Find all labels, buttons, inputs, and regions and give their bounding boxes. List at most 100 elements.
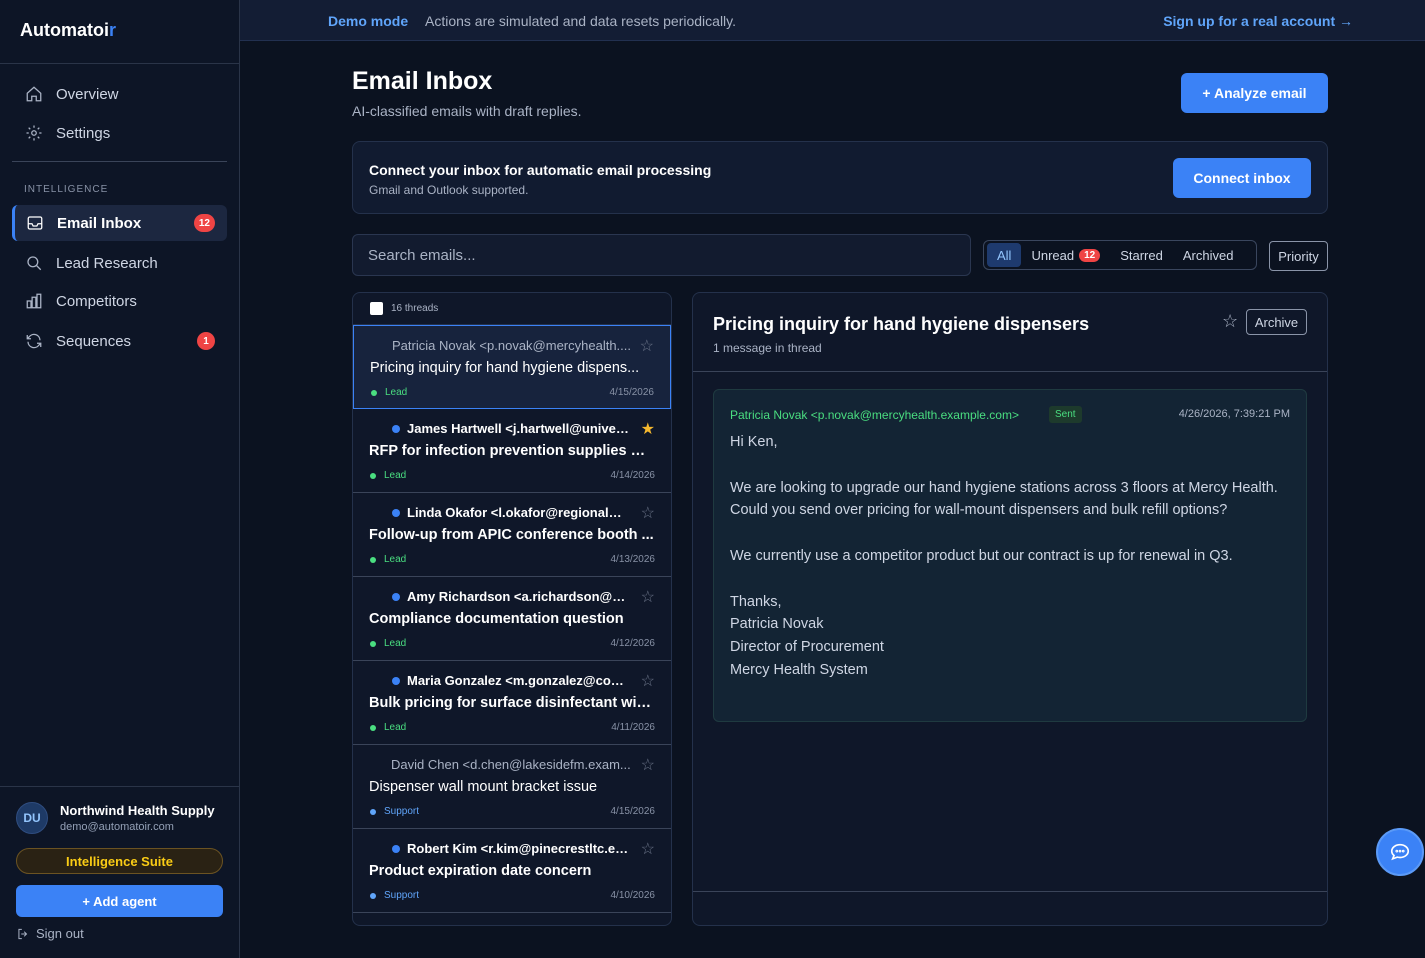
sidebar-item-lead-research[interactable]: Lead Research <box>12 245 227 281</box>
tag-label: Lead <box>384 638 407 649</box>
select-all-checkbox[interactable] <box>370 302 383 315</box>
thread-date: 4/10/2026 <box>610 890 656 901</box>
analyze-email-button[interactable]: + Analyze email <box>1181 73 1328 113</box>
connect-title: Connect your inbox for automatic email p… <box>369 162 712 178</box>
inbox-icon <box>25 213 45 233</box>
thread-sender: David Chen <d.chen@lakesidefm.exam... <box>391 757 631 772</box>
thread-row[interactable]: David Chen <d.chen@lakesidefm.exam... ☆ Di… <box>353 745 671 829</box>
sidebar-item-overview[interactable]: Overview <box>12 76 227 112</box>
star-icon[interactable]: ☆ <box>641 503 655 523</box>
star-icon[interactable]: ☆ <box>640 336 654 356</box>
section-label: INTELLIGENCE <box>24 184 109 195</box>
refresh-icon <box>24 331 44 351</box>
unread-count-badge: 12 <box>1079 248 1101 262</box>
sidebar-divider <box>0 786 239 787</box>
demo-banner: Demo mode Actions are simulated and data… <box>240 0 1425 41</box>
message-paragraph: We are looking to upgrade our hand hygie… <box>730 479 1278 519</box>
thread-subject: RFP for infection prevention supplies — … <box>369 443 657 459</box>
detail-meta: 1 message in thread <box>713 341 822 355</box>
tag-label: Support <box>384 806 420 817</box>
tab-archived[interactable]: Archived <box>1173 243 1244 267</box>
thread-row[interactable]: James Hartwell <j.hartwell@univers... ★ RF… <box>353 409 671 493</box>
thread-sender: James Hartwell <j.hartwell@univers... <box>407 421 629 436</box>
archive-button[interactable]: Archive <box>1246 309 1307 335</box>
tag-dot <box>370 472 376 479</box>
sequences-count-badge: 1 <box>197 332 215 350</box>
tag-label: Lead <box>384 554 407 565</box>
sidebar-item-settings[interactable]: Settings <box>12 115 227 151</box>
divider <box>693 891 1327 892</box>
category-tag: Support <box>370 806 419 817</box>
thread-date: 4/13/2026 <box>610 554 656 565</box>
connect-subtitle: Gmail and Outlook supported. <box>369 183 529 197</box>
thread-subject: Product expiration date concern <box>369 863 592 879</box>
thread-sender: Patricia Novak <p.novak@mercyhealth.... <box>392 338 631 353</box>
signature-org: Mercy Health System <box>730 661 868 678</box>
thread-row[interactable]: Linda Okafor <l.okafor@regionalhos... ☆ Fo… <box>353 493 671 577</box>
tag-dot <box>370 892 376 899</box>
tag-label: Lead <box>384 470 407 481</box>
thread-date: 4/15/2026 <box>609 387 655 398</box>
thread-subject: Dispenser wall mount bracket issue <box>369 779 598 795</box>
search-icon <box>24 253 44 273</box>
thread-date: 4/15/2026 <box>610 806 656 817</box>
message-body: Hi Ken, We are looking to upgrade our ha… <box>730 431 1290 682</box>
status-badge: Sent <box>1049 406 1082 423</box>
thread-row[interactable]: Patricia Novak <p.novak@mercyhealth.... ☆… <box>353 325 671 409</box>
priority-sort-button[interactable]: Priority <box>1269 241 1328 271</box>
home-icon <box>24 84 44 104</box>
sign-out-link[interactable]: Sign out <box>16 926 84 941</box>
thread-row[interactable] <box>353 913 671 925</box>
add-agent-button[interactable]: + Add agent <box>16 885 223 917</box>
unread-count-badge: 12 <box>193 214 215 232</box>
category-tag: Lead <box>370 638 406 649</box>
signature-title: Director of Procurement <box>730 639 884 656</box>
tab-starred[interactable]: Starred <box>1110 243 1173 267</box>
org-name: Northwind Health Supply <box>60 803 215 818</box>
thread-sender: Linda Okafor <l.okafor@regionalhos... <box>407 505 629 520</box>
sidebar-item-label: Lead Research <box>56 254 158 272</box>
thread-date: 4/14/2026 <box>610 470 656 481</box>
sidebar-divider <box>0 63 239 64</box>
page-subtitle: AI-classified emails with draft replies. <box>352 103 582 119</box>
tag-dot <box>370 556 376 563</box>
sidebar-item-label: Sequences <box>56 332 132 350</box>
message-sender: Patricia Novak <p.novak@mercyhealth.exam… <box>730 408 1019 422</box>
connect-inbox-button[interactable]: Connect inbox <box>1173 158 1311 198</box>
tab-all[interactable]: All <box>987 243 1022 267</box>
message-date: 4/26/2026, 7:39:21 PM <box>1178 408 1290 420</box>
tag-label: Lead <box>385 387 408 398</box>
suite-badge[interactable]: Intelligence Suite <box>16 848 223 874</box>
signup-link[interactable]: Sign up for a real account → <box>1163 13 1353 29</box>
chat-button[interactable] <box>1376 828 1424 876</box>
star-icon[interactable]: ☆ <box>1222 311 1238 332</box>
avatar[interactable]: DU <box>16 802 48 834</box>
sidebar-item-label: Email Inbox <box>57 214 142 232</box>
tag-dot <box>370 808 376 815</box>
brand-logo[interactable]: Automatoir <box>20 20 116 41</box>
gear-icon <box>24 123 44 143</box>
thread-row[interactable]: Amy Richardson <a.richardson@rap... ☆ Comp… <box>353 577 671 661</box>
thread-row[interactable]: Robert Kim <r.kim@pinecrestltc.exa... ☆ Pr… <box>353 829 671 913</box>
thread-sender: Robert Kim <r.kim@pinecrestltc.exa... <box>407 841 629 856</box>
thread-row[interactable]: Maria Gonzalez <m.gonzalez@com... ☆ Bulk p… <box>353 661 671 745</box>
sidebar-item-sequences[interactable]: Sequences 1 <box>12 323 227 359</box>
star-icon[interactable]: ☆ <box>641 587 655 607</box>
sidebar-item-competitors[interactable]: Competitors <box>12 283 227 319</box>
sidebar-item-email-inbox[interactable]: Email Inbox 12 <box>12 205 227 241</box>
message-paragraph: We currently use a competitor product bu… <box>730 547 1233 564</box>
tab-unread[interactable]: Unread 12 <box>1021 243 1110 267</box>
demo-mode-text: Actions are simulated and data resets pe… <box>425 13 737 29</box>
message-card: Patricia Novak <p.novak@mercyhealth.exam… <box>713 389 1307 722</box>
search-input[interactable] <box>352 234 971 276</box>
category-tag: Lead <box>370 722 406 733</box>
thread-sender: Maria Gonzalez <m.gonzalez@com... <box>407 673 629 688</box>
star-icon[interactable]: ☆ <box>641 755 655 775</box>
chat-bubble-icon <box>1390 843 1410 861</box>
unread-dot <box>392 509 400 517</box>
star-icon[interactable]: ☆ <box>641 839 655 859</box>
star-icon[interactable]: ☆ <box>641 671 655 691</box>
star-icon[interactable]: ★ <box>641 419 655 439</box>
sidebar-divider <box>12 161 227 162</box>
category-tag: Lead <box>370 470 406 481</box>
